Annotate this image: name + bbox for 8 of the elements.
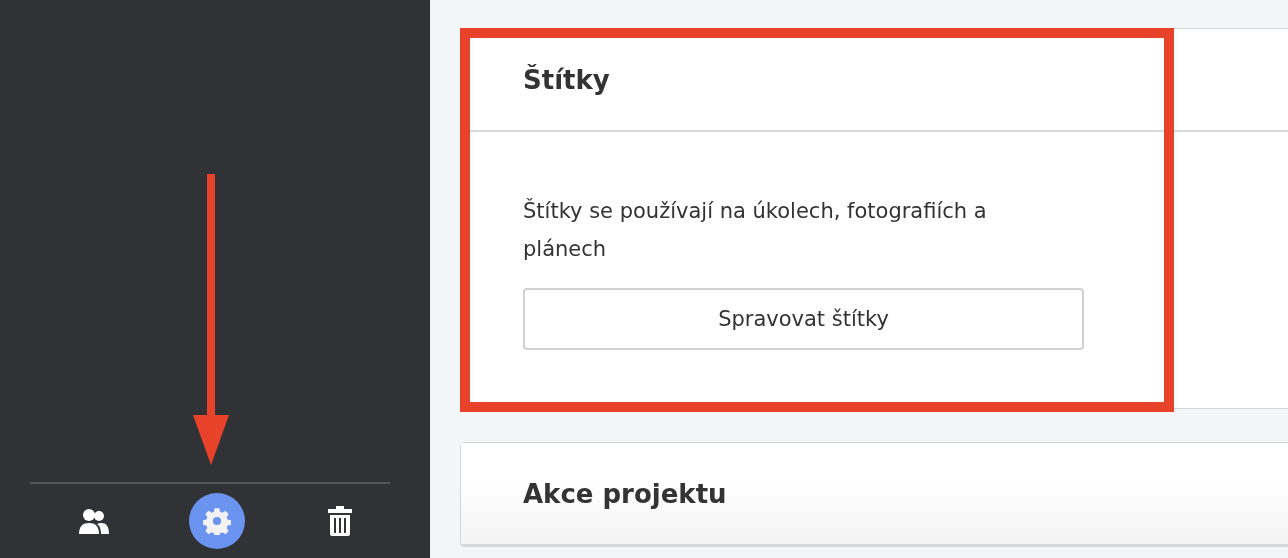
card-title: Akce projektu <box>523 478 727 509</box>
manage-tags-button[interactable]: Spravovat štítky <box>523 288 1084 350</box>
people-icon <box>79 508 109 534</box>
card-title: Štítky <box>523 64 610 95</box>
trash-icon <box>328 506 352 536</box>
settings-button[interactable] <box>189 493 245 549</box>
settings-icon <box>203 507 231 535</box>
card-description: Štítky se používají na úkolech, fotografiích a plánech <box>523 197 988 263</box>
